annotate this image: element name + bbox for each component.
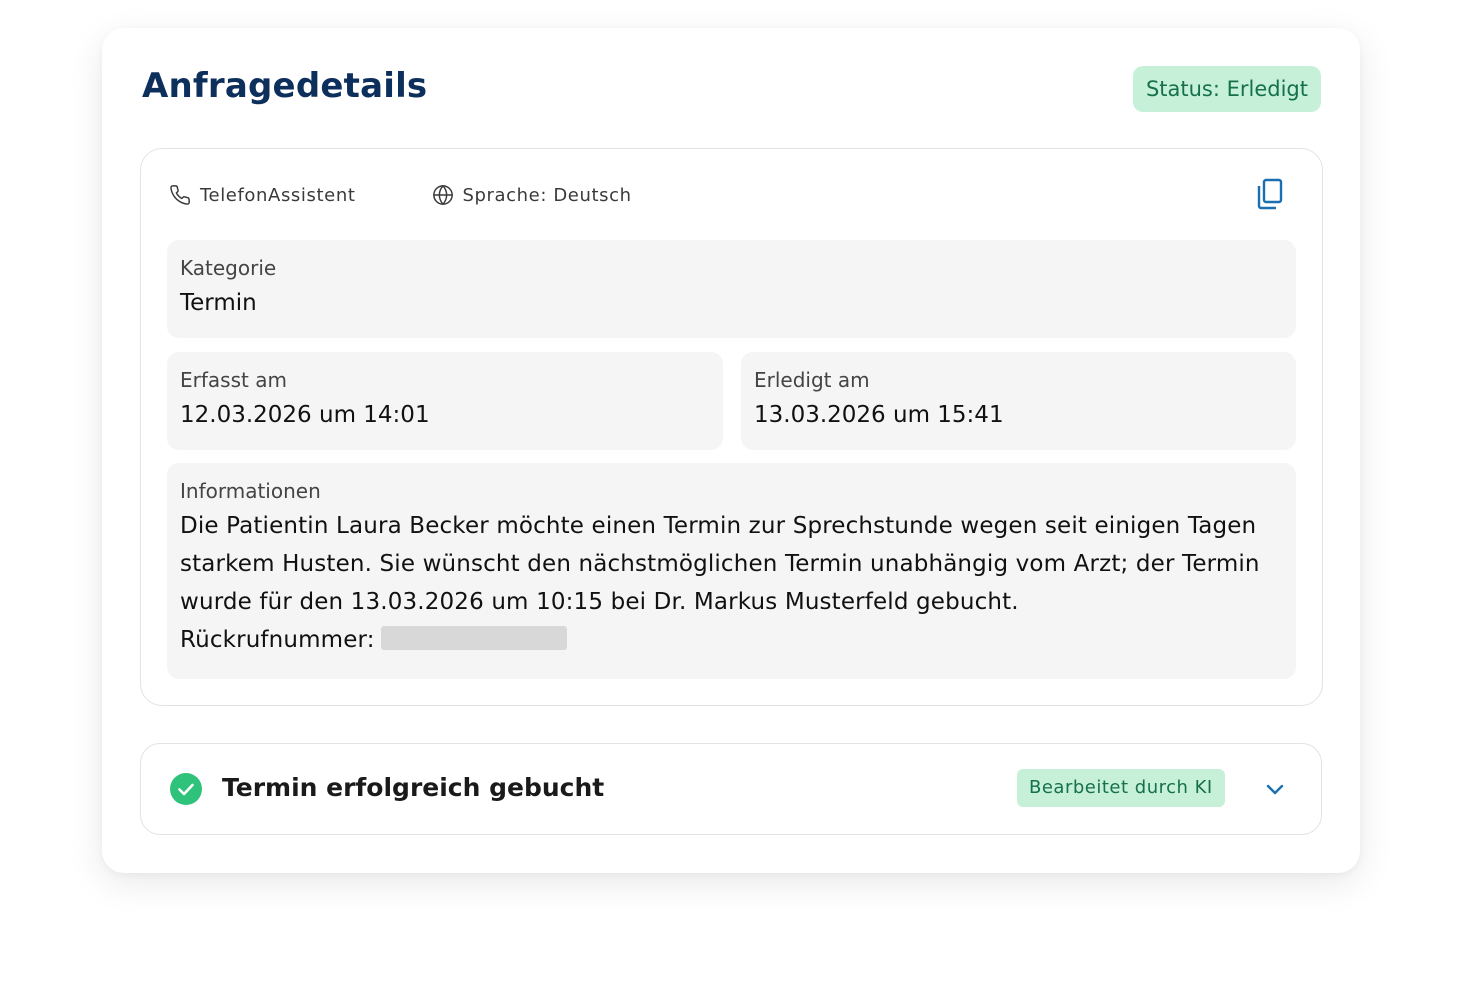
check-circle-icon (170, 773, 202, 805)
language-info: Sprache: Deutsch (432, 184, 632, 206)
information-field: Informationen Die Patientin Laura Becker… (167, 463, 1296, 679)
request-details-card: Anfragedetails Status: Erledigt TelefonA… (102, 28, 1360, 873)
processed-by-ai-badge: Bearbeitet durch KI (1017, 769, 1225, 807)
copy-icon (1257, 178, 1283, 210)
globe-icon (432, 185, 453, 205)
category-value: Termin (180, 290, 257, 316)
result-panel[interactable]: Termin erfolgreich gebucht Bearbeitet du… (140, 743, 1322, 835)
information-text: Die Patientin Laura Becker möchte einen … (180, 507, 1283, 659)
created-label: Erfasst am (180, 368, 287, 392)
chevron-down-icon[interactable] (1261, 777, 1289, 801)
meta-row: TelefonAssistent Sprache: Deutsch (169, 182, 632, 208)
channel-label: TelefonAssistent (200, 184, 356, 206)
category-label: Kategorie (180, 256, 277, 280)
phone-icon (170, 185, 190, 205)
created-field: Erfasst am 12.03.2026 um 14:01 (167, 352, 723, 450)
callback-label: Rückrufnummer: (180, 627, 375, 653)
details-panel: TelefonAssistent Sprache: Deutsch Katego… (140, 148, 1323, 706)
redacted-phone-number (380, 626, 567, 650)
page-title: Anfragedetails (142, 66, 428, 106)
status-badge: Status: Erledigt (1132, 66, 1321, 112)
completed-field: Erledigt am 13.03.2026 um 15:41 (741, 352, 1296, 450)
language-label: Sprache: Deutsch (462, 184, 632, 206)
created-value: 12.03.2026 um 14:01 (180, 402, 430, 428)
result-title: Termin erfolgreich gebucht (222, 773, 605, 802)
completed-value: 13.03.2026 um 15:41 (754, 402, 1004, 428)
channel-info: TelefonAssistent (169, 184, 356, 206)
information-label: Informationen (180, 479, 321, 503)
completed-label: Erledigt am (754, 368, 870, 392)
category-field: Kategorie Termin (167, 240, 1296, 338)
information-body: Die Patientin Laura Becker möchte einen … (180, 513, 1260, 615)
copy-button[interactable] (1254, 177, 1286, 211)
